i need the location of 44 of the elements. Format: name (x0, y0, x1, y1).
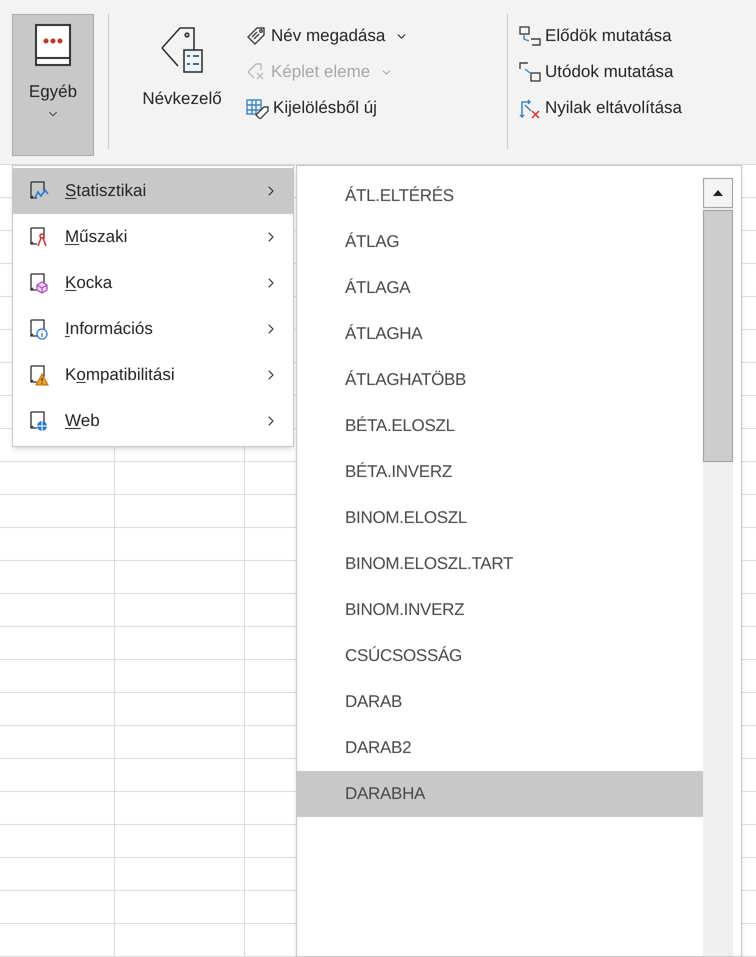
ribbon-command[interactable]: Utódok mutatása (518, 58, 682, 86)
function-item[interactable]: BINOM.ELOSZL.TART (297, 541, 703, 587)
ribbon-command[interactable]: Kijelölésből új (245, 94, 507, 122)
menu-item-label: Web (65, 410, 101, 432)
function-item[interactable]: BÉTA.ELOSZL (297, 403, 703, 449)
menu-item-label: Műszaki (65, 226, 128, 248)
precedents-icon (518, 25, 542, 47)
remove-arrows-icon (518, 97, 542, 119)
ribbon-command[interactable]: Elődök mutatása (518, 22, 682, 50)
name-manager-button[interactable]: Névkezelő (119, 14, 245, 156)
function-item[interactable]: DARAB2 (297, 725, 703, 771)
menu-item[interactable]: Kompatibilitási (13, 352, 293, 398)
function-item[interactable]: DARAB (297, 679, 703, 725)
ribbon-command[interactable]: Név megadása (245, 22, 507, 50)
table-tag-icon (245, 97, 269, 119)
function-item[interactable]: ÁTLAGHA (297, 311, 703, 357)
menu-item[interactable]: Statisztikai (13, 168, 293, 214)
function-item[interactable]: ÁTLAGA (297, 265, 703, 311)
ribbon-command[interactable]: Nyilak eltávolítása (518, 94, 682, 122)
menu-item[interactable]: Web (13, 398, 293, 444)
menu-item-label: Kompatibilitási (65, 364, 176, 386)
function-item[interactable]: CSÚCSOSSÁG (297, 633, 703, 679)
menu-item-label: Információs (65, 318, 154, 340)
menu-item[interactable]: Műszaki (13, 214, 293, 260)
function-item[interactable]: BÉTA.INVERZ (297, 449, 703, 495)
function-item[interactable]: BINOM.INVERZ (297, 587, 703, 633)
name-manager-label: Névkezelő (142, 88, 222, 110)
tag-icon (245, 25, 267, 47)
function-item[interactable]: ÁTL.ELTÉRÉS (297, 173, 703, 219)
menu-item[interactable]: Kocka (13, 260, 293, 306)
function-item[interactable]: ÁTLAGHATÖBB (297, 357, 703, 403)
menu-item[interactable]: Információs (13, 306, 293, 352)
function-item[interactable]: ÁTLAG (297, 219, 703, 265)
function-item[interactable]: BINOM.ELOSZL (297, 495, 703, 541)
dependents-icon (518, 61, 542, 83)
other-label: Egyéb (28, 81, 78, 103)
scroll-up-button[interactable] (703, 178, 733, 208)
up-triangle-icon (713, 190, 723, 196)
other-functions-button[interactable]: Egyéb (12, 14, 94, 156)
function-item[interactable]: DARABHA (297, 771, 703, 817)
scrollbar[interactable] (703, 178, 733, 956)
menu-item-label: Statisztikai (65, 180, 148, 202)
scroll-thumb[interactable] (703, 210, 733, 462)
menu-item-label: Kocka (65, 272, 114, 294)
